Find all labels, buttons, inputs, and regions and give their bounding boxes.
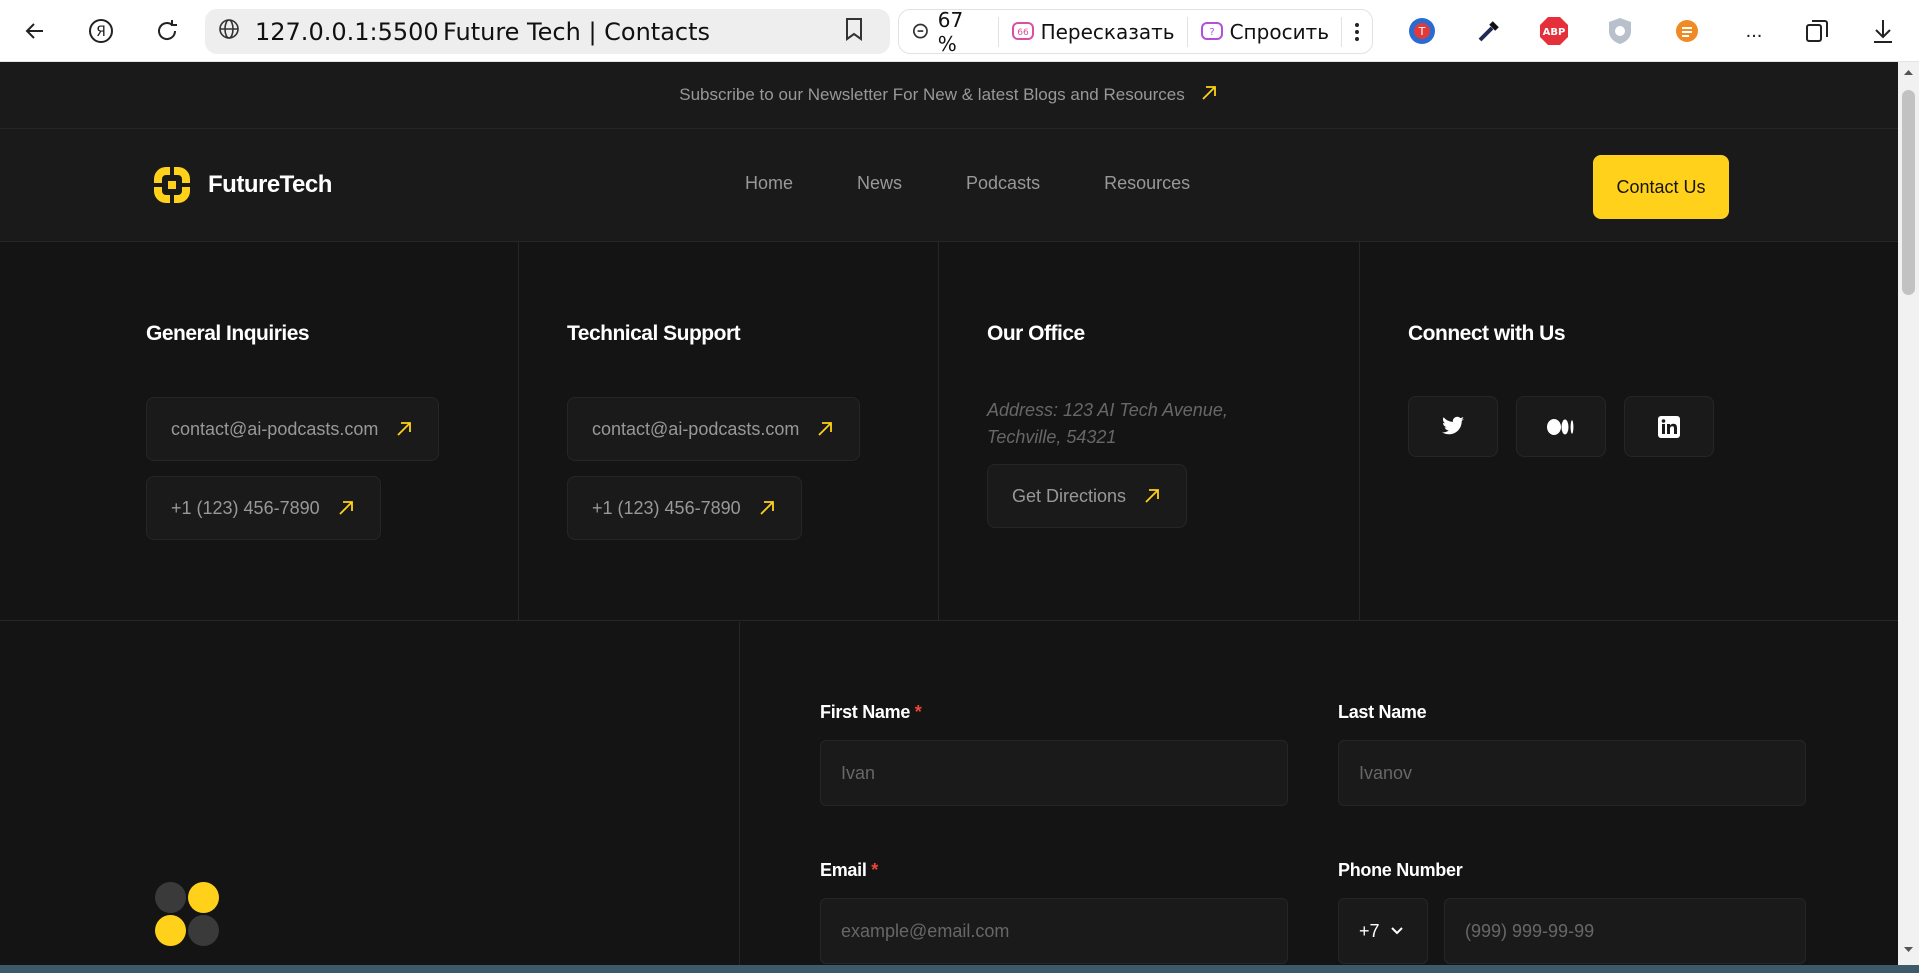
eyedropper-extension-icon[interactable] bbox=[1472, 14, 1506, 48]
browser-toolbar: Я 127.0.0.1:5500 Future Tech | Contacts … bbox=[0, 0, 1919, 62]
shield-extension-icon[interactable] bbox=[1603, 14, 1637, 48]
site-header: FutureTech Home News Podcasts Resources … bbox=[0, 129, 1898, 242]
first-name-label: First Name * bbox=[820, 702, 922, 722]
svg-text:T: T bbox=[1418, 25, 1426, 38]
scroll-thumb[interactable] bbox=[1902, 90, 1915, 295]
linkedin-button[interactable] bbox=[1624, 396, 1714, 457]
page-scrollbar[interactable] bbox=[1898, 62, 1919, 973]
phone-input[interactable]: (999) 999-99-99 bbox=[1444, 898, 1806, 964]
ask-icon: ? bbox=[1200, 21, 1223, 40]
nav-podcasts[interactable]: Podcasts bbox=[966, 173, 1040, 194]
nav-home[interactable]: Home bbox=[745, 173, 793, 194]
logo-icon bbox=[154, 167, 190, 203]
connect-column: Connect with Us bbox=[1360, 242, 1898, 621]
yandex-icon[interactable]: Я bbox=[84, 14, 118, 48]
collections-icon[interactable] bbox=[1800, 14, 1834, 48]
general-phone-link[interactable]: +1 (123) 456-7890 bbox=[146, 476, 381, 540]
medium-button[interactable] bbox=[1516, 396, 1606, 457]
last-name-input[interactable]: Ivanov bbox=[1338, 740, 1806, 806]
svg-text:?: ? bbox=[1209, 27, 1214, 38]
medium-icon bbox=[1547, 418, 1574, 435]
reader-extension-icon[interactable] bbox=[1670, 14, 1704, 48]
globe-icon bbox=[217, 17, 241, 46]
nav-resources[interactable]: Resources bbox=[1104, 173, 1190, 194]
newsletter-text[interactable]: Subscribe to our Newsletter For New & la… bbox=[679, 85, 1185, 105]
download-icon[interactable] bbox=[1866, 14, 1900, 48]
contact-columns: General Inquiries contact@ai-podcasts.co… bbox=[0, 242, 1898, 621]
get-directions-label: Get Directions bbox=[1012, 485, 1127, 506]
twitter-icon bbox=[1442, 416, 1464, 434]
retell-icon: 66 bbox=[1011, 21, 1034, 40]
general-phone-text: +1 (123) 456-7890 bbox=[171, 497, 320, 518]
support-phone-text: +1 (123) 456-7890 bbox=[592, 497, 741, 518]
browser-tools: 67 % 66 Пересказать ? Спросить bbox=[898, 8, 1373, 56]
connect-title: Connect with Us bbox=[1408, 322, 1566, 345]
general-inquiries-title: General Inquiries bbox=[146, 322, 310, 345]
technical-support-title: Technical Support bbox=[567, 322, 741, 345]
office-address: Address: 123 AI Tech Avenue, Techville, … bbox=[987, 400, 1228, 447]
support-phone-link[interactable]: +1 (123) 456-7890 bbox=[567, 476, 802, 540]
phone-label: Phone Number bbox=[1338, 860, 1463, 880]
more-extensions-icon[interactable]: ... bbox=[1737, 14, 1771, 48]
url-text: 127.0.0.1:5500 bbox=[255, 17, 439, 46]
arrow-up-right-icon bbox=[397, 422, 412, 436]
linkedin-icon bbox=[1658, 415, 1680, 438]
back-icon[interactable] bbox=[18, 14, 52, 48]
technical-support-column: Technical Support contact@ai-podcasts.co… bbox=[519, 242, 939, 621]
zoom-control[interactable]: 67 % bbox=[899, 8, 999, 56]
reload-icon[interactable] bbox=[150, 14, 184, 48]
adblock-plus-icon[interactable]: ABP bbox=[1537, 14, 1571, 48]
bookmark-icon[interactable] bbox=[843, 16, 865, 47]
general-inquiries-column: General Inquiries contact@ai-podcasts.co… bbox=[0, 242, 519, 621]
scroll-up-icon[interactable] bbox=[1903, 68, 1914, 76]
get-directions-button[interactable]: Get Directions bbox=[987, 464, 1188, 528]
arrow-up-right-icon[interactable] bbox=[1199, 83, 1219, 108]
contact-us-button[interactable]: Contact Us bbox=[1593, 155, 1729, 219]
last-name-label: Last Name bbox=[1338, 702, 1427, 722]
address-bar[interactable]: 127.0.0.1:5500 Future Tech | Contacts bbox=[205, 9, 890, 54]
general-email-link[interactable]: contact@ai-podcasts.com bbox=[146, 397, 440, 461]
office-title: Our Office bbox=[987, 322, 1085, 345]
ask-label: Спросить bbox=[1229, 19, 1329, 44]
newsletter-bar[interactable]: Subscribe to our Newsletter For New & la… bbox=[0, 62, 1898, 129]
support-email-link[interactable]: contact@ai-podcasts.com bbox=[567, 397, 861, 461]
arrow-up-right-icon bbox=[818, 422, 833, 436]
svg-text:66: 66 bbox=[1017, 28, 1029, 38]
tab-title: Future Tech | Contacts bbox=[443, 17, 711, 46]
arrow-up-right-icon bbox=[338, 501, 353, 515]
svg-text:ABP: ABP bbox=[1543, 27, 1566, 38]
retell-button[interactable]: 66 Пересказать bbox=[999, 16, 1188, 47]
site-logo[interactable]: FutureTech bbox=[146, 159, 332, 211]
kebab-menu-icon[interactable] bbox=[1342, 17, 1372, 47]
logo-text: FutureTech bbox=[208, 171, 332, 198]
chevron-down-icon bbox=[1390, 927, 1403, 935]
email-input[interactable]: example@email.com bbox=[820, 898, 1288, 964]
svg-text:Я: Я bbox=[96, 24, 106, 40]
page-content: Subscribe to our Newsletter For New & la… bbox=[0, 62, 1898, 965]
translate-extension-icon[interactable]: T bbox=[1405, 14, 1439, 48]
arrow-up-right-icon bbox=[1145, 489, 1159, 503]
zoom-level: 67 % bbox=[937, 7, 964, 56]
form-side-panel bbox=[0, 622, 740, 965]
retell-label: Пересказать bbox=[1040, 19, 1175, 44]
general-email-text: contact@ai-podcasts.com bbox=[171, 418, 379, 439]
contact-form-section: First Name * Ivan Last Name Ivanov Email… bbox=[0, 622, 1898, 965]
taskbar-strip bbox=[0, 965, 1919, 973]
country-code-select[interactable]: +7 bbox=[1338, 898, 1428, 964]
arrow-up-right-icon bbox=[759, 501, 774, 515]
ask-button[interactable]: ? Спросить bbox=[1188, 16, 1342, 47]
twitter-button[interactable] bbox=[1408, 396, 1498, 457]
country-code-value: +7 bbox=[1359, 920, 1380, 941]
email-label: Email * bbox=[820, 860, 878, 880]
scroll-down-icon[interactable] bbox=[1903, 946, 1914, 954]
main-nav: Home News Podcasts Resources bbox=[745, 173, 1190, 194]
decorative-dots-icon bbox=[155, 882, 219, 946]
office-column: Our Office Address: 123 AI Tech Avenue, … bbox=[939, 242, 1360, 621]
first-name-input[interactable]: Ivan bbox=[820, 740, 1288, 806]
zoom-icon bbox=[912, 23, 928, 38]
support-email-text: contact@ai-podcasts.com bbox=[592, 418, 800, 439]
nav-news[interactable]: News bbox=[857, 173, 902, 194]
